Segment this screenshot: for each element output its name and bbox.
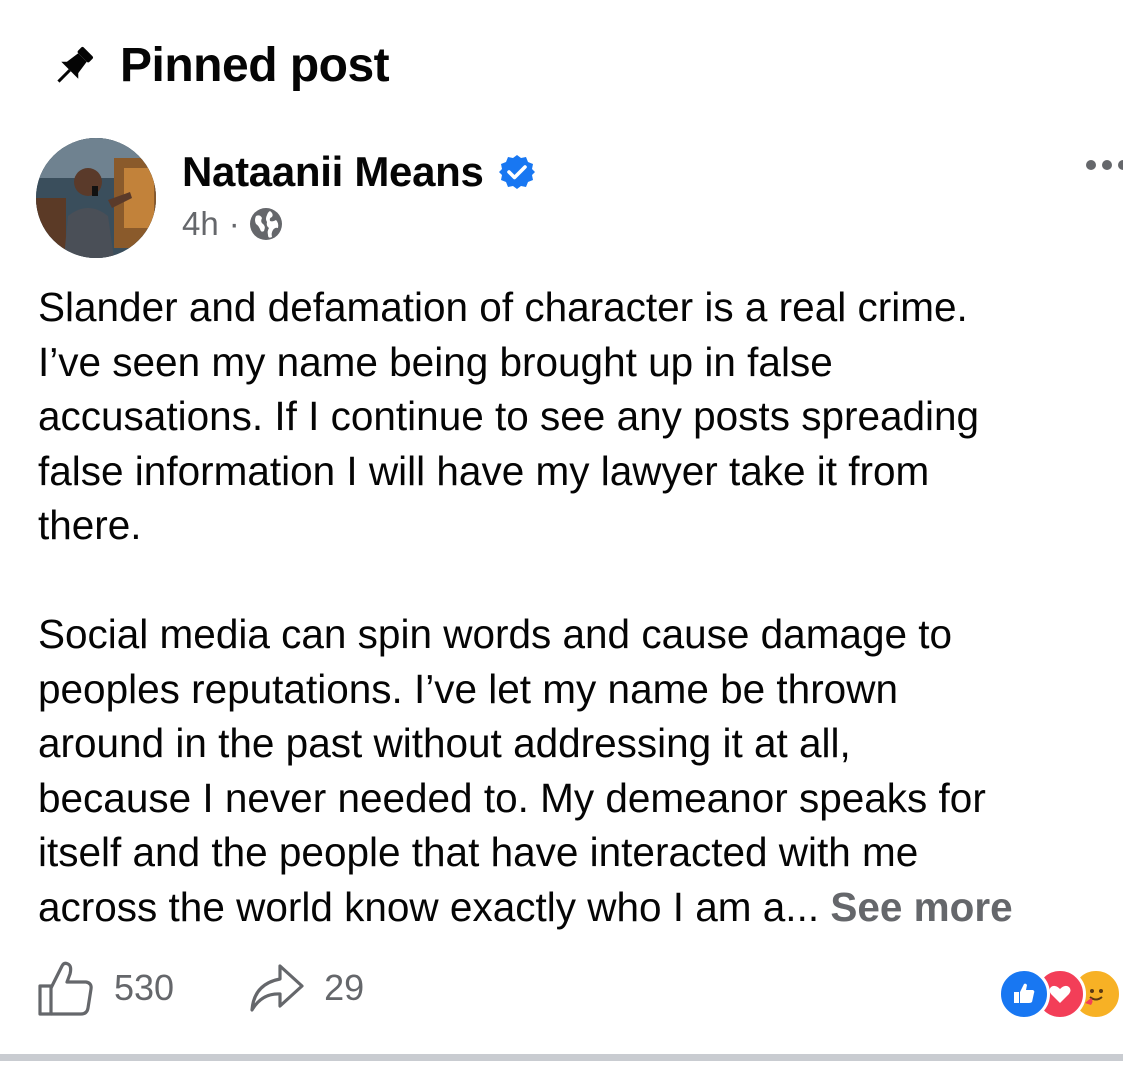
author-name[interactable]: Nataanii Means bbox=[182, 148, 484, 196]
post-line: because I never needed to. My demeanor s… bbox=[38, 774, 986, 821]
globe-icon bbox=[248, 206, 284, 242]
more-options-icon[interactable] bbox=[1086, 160, 1123, 170]
post-line: itself and the people that have interact… bbox=[38, 829, 919, 875]
meta-separator: · bbox=[228, 205, 240, 242]
thumbs-up-icon bbox=[36, 958, 96, 1018]
post-line: there. bbox=[38, 502, 142, 548]
share-button[interactable]: 29 bbox=[246, 958, 364, 1018]
post-line: Slander and defamation of character is a… bbox=[38, 284, 968, 330]
avatar[interactable] bbox=[36, 138, 156, 258]
facebook-post-screen: Pinned post Nataanii Means 4h · Slander … bbox=[0, 0, 1123, 1066]
post-timestamp[interactable]: 4h bbox=[182, 205, 219, 243]
post-line: I’ve seen my name being brought up in fa… bbox=[38, 338, 833, 385]
post-line-last: across the world know exactly who I am a… bbox=[38, 880, 1123, 935]
share-arrow-icon bbox=[246, 958, 306, 1018]
verified-badge-icon bbox=[498, 153, 536, 191]
see-more-link[interactable]: See more bbox=[819, 884, 1012, 930]
post-line: Social media can spin words and cause da… bbox=[38, 611, 953, 657]
share-count: 29 bbox=[324, 967, 365, 1008]
post-line-text: across the world know exactly who I am a… bbox=[38, 883, 820, 930]
like-reaction-icon bbox=[998, 968, 1050, 1020]
post-line: false information I will have my lawyer … bbox=[38, 447, 930, 494]
reaction-summary[interactable] bbox=[998, 968, 1123, 1020]
like-count: 530 bbox=[114, 967, 175, 1008]
post-line: peoples reputations. I’ve let my name be… bbox=[38, 665, 898, 712]
pin-icon bbox=[48, 40, 100, 92]
post-divider bbox=[0, 1054, 1123, 1061]
like-button[interactable]: 530 bbox=[36, 958, 174, 1018]
post-line: around in the past without addressing it… bbox=[38, 720, 851, 766]
pinned-post-header: Pinned post bbox=[48, 38, 390, 93]
post-meta: 4h · bbox=[182, 205, 284, 243]
pinned-post-label: Pinned post bbox=[120, 39, 390, 92]
post-actions: 530 29 bbox=[36, 958, 364, 1018]
post-line: accusations. If I continue to see any po… bbox=[38, 393, 980, 439]
author-row: Nataanii Means bbox=[182, 148, 536, 196]
post-text: Slander and defamation of character is a… bbox=[38, 280, 1123, 934]
